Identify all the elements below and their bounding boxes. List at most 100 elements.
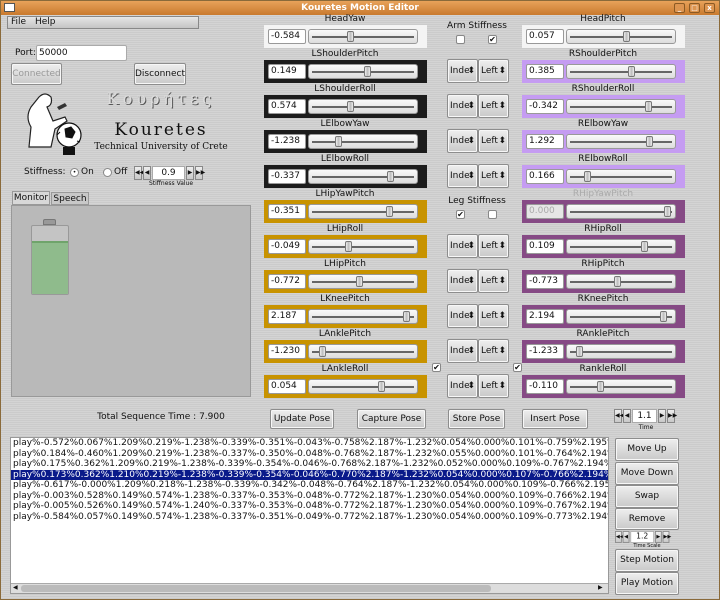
step-motion-button[interactable]: Step Motion xyxy=(615,549,679,572)
increase-icon[interactable]: ▶ xyxy=(186,166,194,180)
time-spinner[interactable]: ◀◀ ◀ 1.1 ▶ ▶▶ xyxy=(614,409,677,423)
lshoulder-roll-slider[interactable] xyxy=(308,99,418,114)
relbow-roll-slider[interactable] xyxy=(566,169,676,184)
mode-select[interactable]: Inde ⬍ xyxy=(447,269,478,293)
fast-decrease-icon[interactable]: ◀◀ xyxy=(615,531,624,543)
lelbow-roll-value-input[interactable]: -0.337 xyxy=(268,169,306,184)
lhip-roll-value-input[interactable]: -0.049 xyxy=(268,239,306,254)
left-ankle-checkbox[interactable]: ✔ xyxy=(432,363,441,372)
rhip-pitch-value-input[interactable]: -0.773 xyxy=(526,274,564,289)
sequence-row[interactable]: play%-0.005%0.526%0.149%0.574%-1.240%-0.… xyxy=(11,501,608,512)
slider-thumb[interactable] xyxy=(347,101,355,112)
mode-select[interactable]: Inde ⬍ xyxy=(447,374,478,398)
disconnect-button[interactable]: Disconnect xyxy=(134,63,186,85)
slider-thumb[interactable] xyxy=(622,31,630,42)
fast-increase-icon[interactable]: ▶▶ xyxy=(667,409,677,423)
side-select[interactable]: Left ⬍ xyxy=(478,59,509,83)
stiffness-spinner[interactable]: ◀◀ ◀ 0.9 ▶ ▶▶ xyxy=(134,166,205,180)
rhip-yaw-pitch-value-input[interactable]: 0.000 xyxy=(526,204,564,219)
rankle-pitch-slider[interactable] xyxy=(566,344,676,359)
menu-file[interactable]: File xyxy=(8,17,29,28)
port-input[interactable]: 50000 xyxy=(36,45,127,61)
connected-button[interactable]: Connected xyxy=(11,63,62,85)
lknee-pitch-value-input[interactable]: 2.187 xyxy=(268,309,306,324)
slider-thumb[interactable] xyxy=(664,206,672,217)
sequence-row[interactable]: play%-0.617%-0.000%1.209%0.218%-1.238%-0… xyxy=(11,480,608,491)
leg-stiffness-right-checkbox[interactable] xyxy=(488,210,497,219)
decrease-icon[interactable]: ◀ xyxy=(143,166,151,180)
sequence-row[interactable]: play%-0.572%0.067%1.209%0.219%-1.238%-0.… xyxy=(11,438,608,449)
sequence-row[interactable]: play%-0.584%0.057%0.149%0.574%-1.238%-0.… xyxy=(11,512,608,523)
stiffness-value[interactable]: 0.9 xyxy=(152,166,185,180)
maximize-button[interactable]: □ xyxy=(689,3,700,13)
scrollbar-thumb[interactable] xyxy=(21,585,491,592)
sequence-row[interactable]: play%0.184%-0.460%1.209%0.219%-1.238%-0.… xyxy=(11,449,608,460)
side-select[interactable]: Left ⬍ xyxy=(478,339,509,363)
mode-select[interactable]: Inde ⬍ xyxy=(447,164,478,188)
remove-button[interactable]: Remove xyxy=(615,508,679,530)
slider-thumb[interactable] xyxy=(646,136,654,147)
head-pitch-value-input[interactable]: 0.057 xyxy=(526,29,564,44)
lankle-pitch-value-input[interactable]: -1.230 xyxy=(268,344,306,359)
leg-stiffness-left-checkbox[interactable]: ✔ xyxy=(456,210,465,219)
relbow-yaw-value-input[interactable]: 1.292 xyxy=(526,134,564,149)
radio-off-icon[interactable] xyxy=(103,167,112,177)
menu-help[interactable]: Help xyxy=(32,17,59,28)
slider-thumb[interactable] xyxy=(403,311,411,322)
time-scale-value[interactable]: 1.2 xyxy=(630,531,655,543)
lankle-roll-slider[interactable] xyxy=(308,379,418,394)
mode-select[interactable]: Inde ⬍ xyxy=(447,234,478,258)
rankle-pitch-value-input[interactable]: -1.233 xyxy=(526,344,564,359)
lelbow-roll-slider[interactable] xyxy=(308,169,418,184)
slider-thumb[interactable] xyxy=(645,101,653,112)
arm-stiffness-left-checkbox[interactable] xyxy=(456,35,465,44)
slider-thumb[interactable] xyxy=(318,346,326,357)
slider-thumb[interactable] xyxy=(627,66,635,77)
rshoulder-pitch-value-input[interactable]: 0.385 xyxy=(526,64,564,79)
capture-pose-button[interactable]: Capture Pose xyxy=(357,409,426,429)
fast-increase-icon[interactable]: ▶▶ xyxy=(195,166,205,180)
tab-speech[interactable]: Speech xyxy=(51,192,89,205)
slider-thumb[interactable] xyxy=(356,276,364,287)
sequence-list[interactable]: play%-0.572%0.067%1.209%0.219%-1.238%-0.… xyxy=(10,437,609,594)
rhip-pitch-slider[interactable] xyxy=(566,274,676,289)
decrease-icon[interactable]: ◀ xyxy=(622,531,630,543)
side-select[interactable]: Left ⬍ xyxy=(478,234,509,258)
increase-icon[interactable]: ▶ xyxy=(658,409,666,423)
lshoulder-roll-value-input[interactable]: 0.574 xyxy=(268,99,306,114)
right-ankle-checkbox[interactable]: ✔ xyxy=(513,363,522,372)
move-up-button[interactable]: Move Up xyxy=(615,438,679,461)
head-yaw-value-input[interactable]: -0.584 xyxy=(268,29,306,44)
scroll-right-icon[interactable]: ▶ xyxy=(598,584,606,592)
store-pose-button[interactable]: Store Pose xyxy=(448,409,505,429)
close-button[interactable]: x xyxy=(704,3,715,13)
slider-thumb[interactable] xyxy=(614,276,622,287)
slider-thumb[interactable] xyxy=(377,381,385,392)
lhip-yaw-pitch-slider[interactable] xyxy=(308,204,418,219)
mode-select[interactable]: Inde ⬍ xyxy=(447,339,478,363)
slider-thumb[interactable] xyxy=(334,136,342,147)
slider-thumb[interactable] xyxy=(345,241,353,252)
lknee-pitch-slider[interactable] xyxy=(308,309,418,324)
mode-select[interactable]: Inde ⬍ xyxy=(447,304,478,328)
time-value[interactable]: 1.1 xyxy=(632,409,657,423)
radio-on-icon[interactable]: • xyxy=(70,167,79,177)
rknee-pitch-value-input[interactable]: 2.194 xyxy=(526,309,564,324)
horizontal-scrollbar[interactable]: ◀ ▶ xyxy=(11,583,608,593)
head-pitch-slider[interactable] xyxy=(566,29,676,44)
move-down-button[interactable]: Move Down xyxy=(615,462,679,485)
stiffness-off-radio[interactable]: Off xyxy=(103,167,127,177)
stiffness-on-radio[interactable]: • On xyxy=(70,167,94,177)
side-select[interactable]: Left ⬍ xyxy=(478,164,509,188)
side-select[interactable]: Left ⬍ xyxy=(478,374,509,398)
relbow-yaw-slider[interactable] xyxy=(566,134,676,149)
fast-decrease-icon[interactable]: ◀◀ xyxy=(614,409,624,423)
sequence-row[interactable]: play%0.175%0.362%1.209%0.219%-1.238%-0.3… xyxy=(11,459,608,470)
lankle-roll-value-input[interactable]: 0.054 xyxy=(268,379,306,394)
slider-thumb[interactable] xyxy=(347,31,355,42)
increase-icon[interactable]: ▶ xyxy=(654,531,662,543)
lhip-pitch-slider[interactable] xyxy=(308,274,418,289)
rknee-pitch-slider[interactable] xyxy=(566,309,676,324)
relbow-roll-value-input[interactable]: 0.166 xyxy=(526,169,564,184)
lhip-yaw-pitch-value-input[interactable]: -0.351 xyxy=(268,204,306,219)
